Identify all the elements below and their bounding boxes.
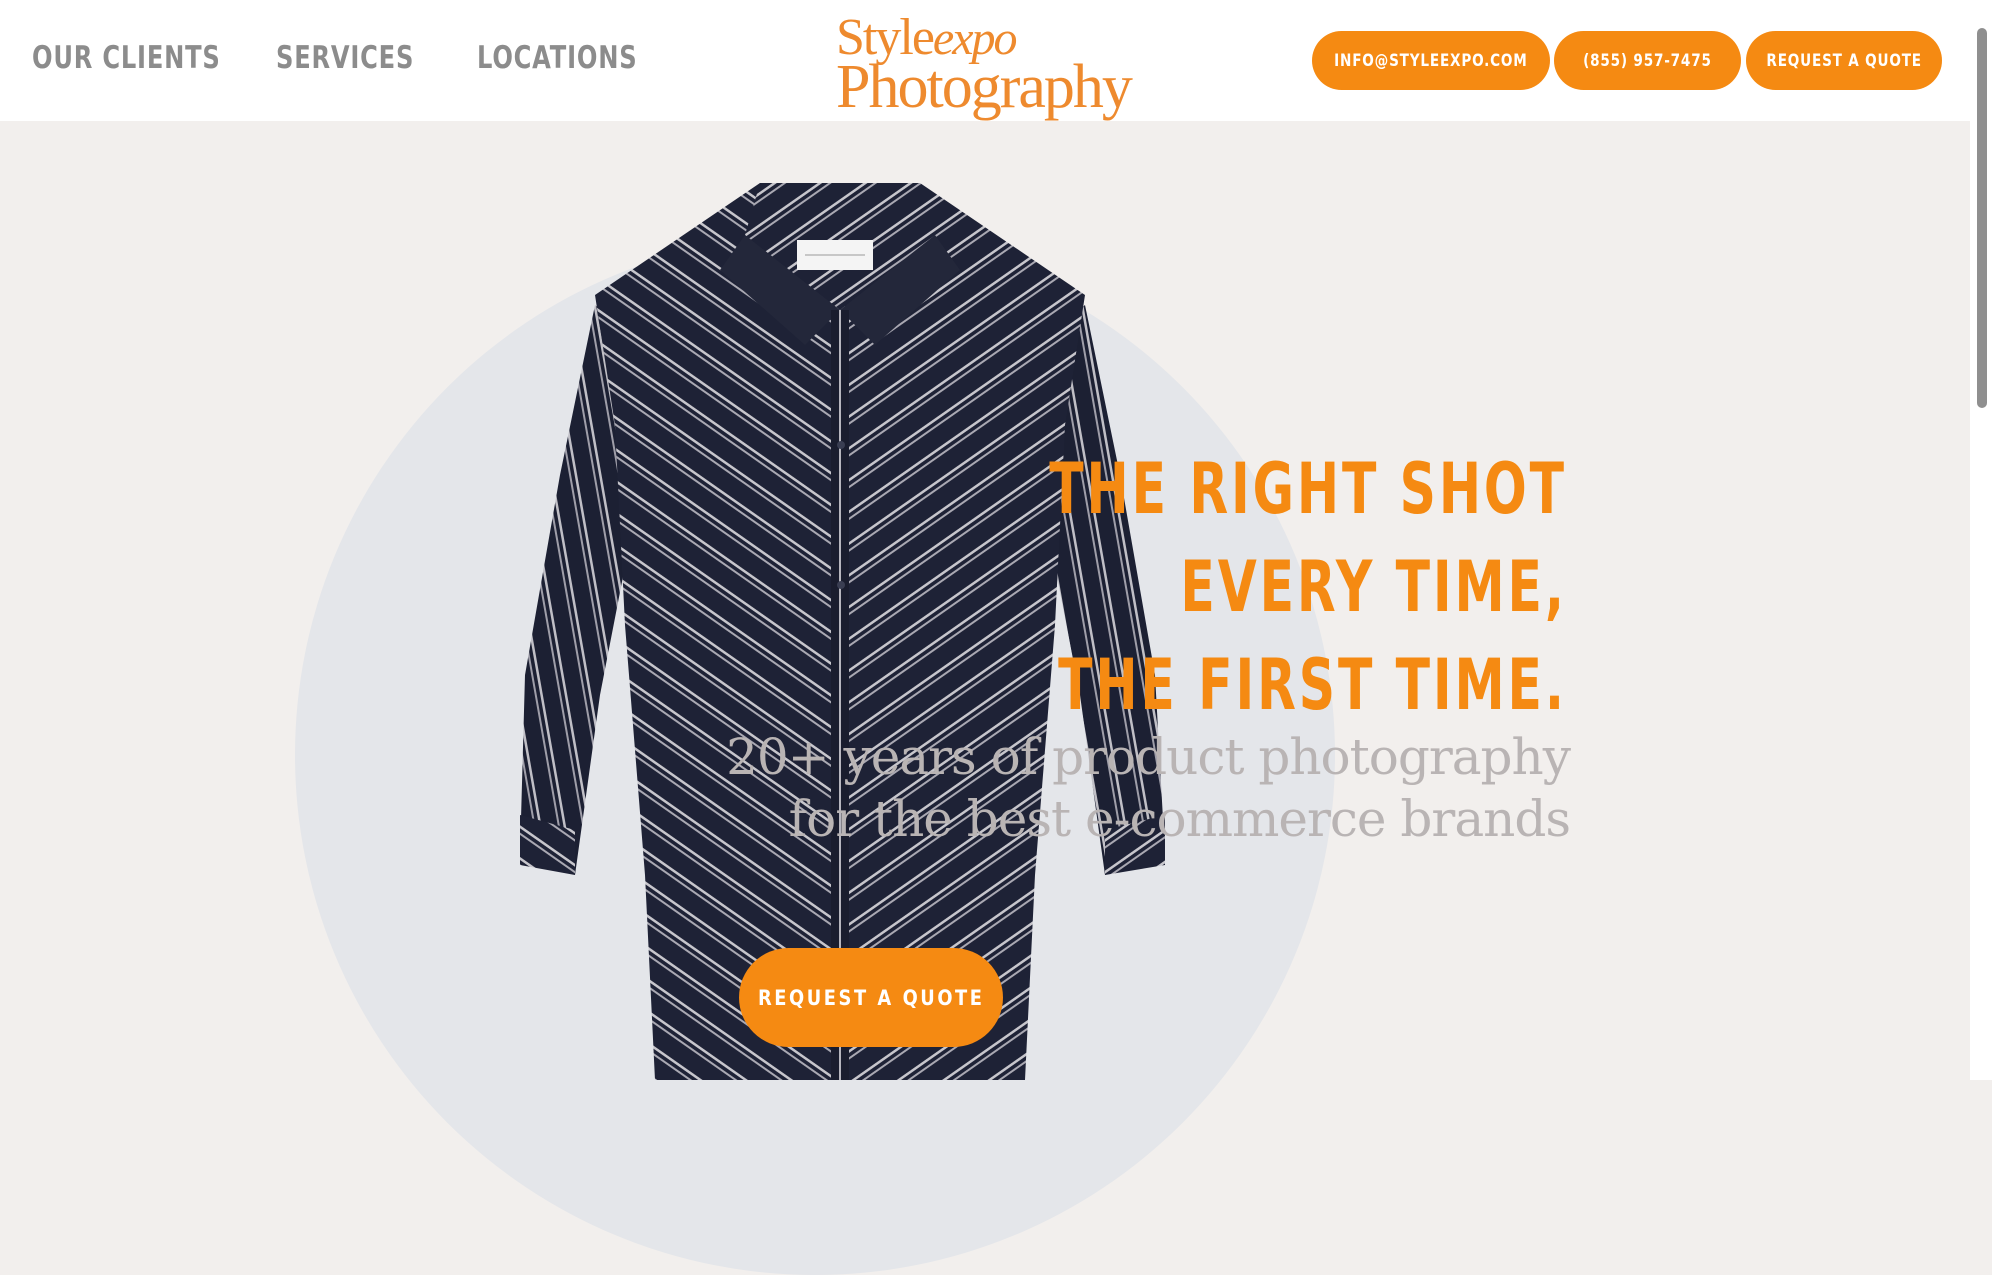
headline-line-3: THE FIRST TIME. <box>1058 644 1567 726</box>
request-quote-header-label: REQUEST A QUOTE <box>1766 50 1922 71</box>
page-scrollbar[interactable] <box>1970 0 1992 1080</box>
styleexpo-logo[interactable]: Styleexpo Photography <box>836 8 1136 121</box>
nav-locations-link[interactable]: LOCATIONS <box>477 40 637 76</box>
nav-our-clients-link[interactable]: OUR CLIENTS <box>32 40 221 76</box>
request-quote-header-button[interactable]: REQUEST A QUOTE <box>1746 31 1942 90</box>
site-header: OUR CLIENTS SERVICES LOCATIONS Styleexpo… <box>0 0 1970 121</box>
hero-subtitle: 20+ years of product photography for the… <box>726 726 1571 850</box>
logo-photography-text: Photography <box>836 53 1133 121</box>
scrollbar-thumb[interactable] <box>1977 28 1987 408</box>
phone-label: (855) 957-7475 <box>1583 50 1712 71</box>
request-quote-hero-button[interactable]: REQUEST A QUOTE <box>739 948 1003 1047</box>
email-button[interactable]: INFO@STYLEEXPO.COM <box>1312 31 1550 90</box>
headline-line-1: THE RIGHT SHOT <box>1049 448 1567 530</box>
request-quote-hero-label: REQUEST A QUOTE <box>757 985 985 1010</box>
subtitle-line-1: 20+ years of product photography <box>726 728 1571 786</box>
hero-headline: THE RIGHT SHOT EVERY TIME, THE FIRST TIM… <box>848 440 1567 734</box>
email-label: INFO@STYLEEXPO.COM <box>1334 50 1528 71</box>
subtitle-line-2: for the best e-commerce brands <box>788 790 1571 848</box>
phone-button[interactable]: (855) 957-7475 <box>1554 31 1741 90</box>
headline-line-2: EVERY TIME, <box>1180 546 1567 628</box>
nav-services-link[interactable]: SERVICES <box>276 40 414 76</box>
